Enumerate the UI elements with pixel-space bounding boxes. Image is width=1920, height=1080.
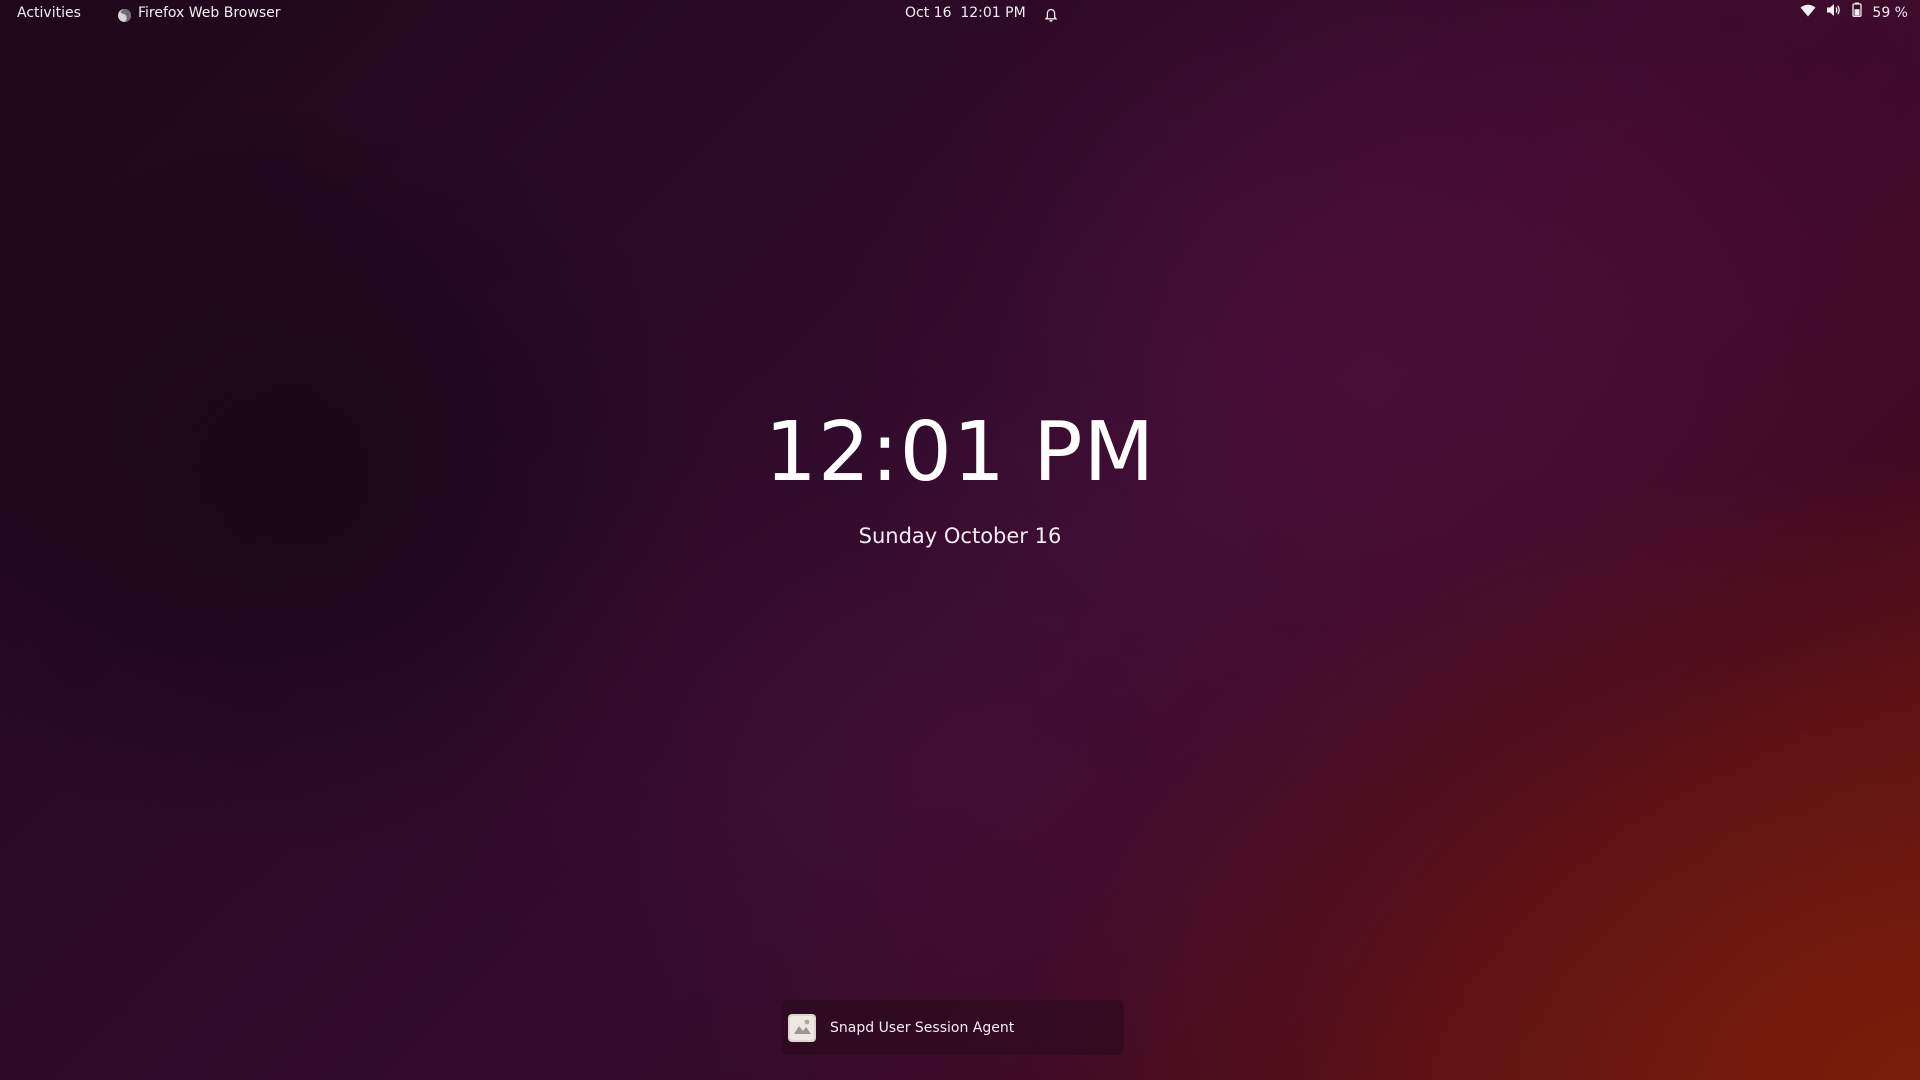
activities-button[interactable]: Activities <box>17 0 81 27</box>
bell-icon <box>1044 6 1058 22</box>
snapd-icon <box>788 1013 816 1042</box>
clock-button[interactable]: Oct 16 12:01 PM <box>905 0 1058 27</box>
wifi-icon <box>1800 0 1816 27</box>
lock-screen-date: Sunday October 16 <box>858 524 1062 548</box>
notification-title: Snapd User Session Agent <box>830 1019 1015 1036</box>
top-bar-datetime: Oct 16 12:01 PM <box>905 5 1026 21</box>
volume-icon <box>1826 0 1842 27</box>
firefox-icon <box>117 6 132 22</box>
battery-icon <box>1852 0 1863 27</box>
notification-snapd[interactable]: Snapd User Session Agent <box>782 1000 1124 1055</box>
lock-screen-time: 12:01 PM <box>764 405 1156 500</box>
app-menu-label: Firefox Web Browser <box>138 5 281 21</box>
battery-percentage: 59 % <box>1872 5 1908 21</box>
top-bar: Activities Firefox Web Browser Oct 16 12… <box>0 0 1920 27</box>
app-menu-button[interactable]: Firefox Web Browser <box>117 0 281 27</box>
lock-screen-clock: 12:01 PM Sunday October 16 <box>0 398 1920 550</box>
system-status-menu[interactable]: 59 % <box>1800 0 1908 27</box>
